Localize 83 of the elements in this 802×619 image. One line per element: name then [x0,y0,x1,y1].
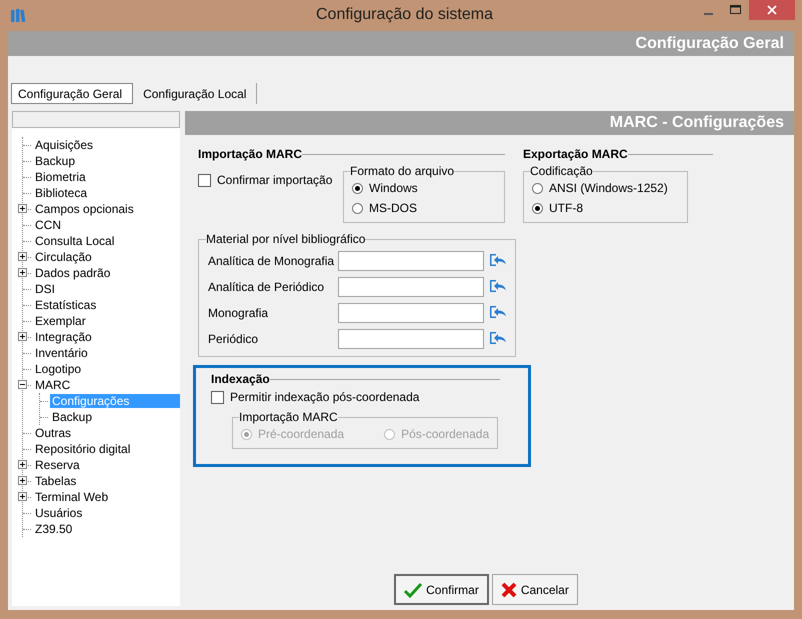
radio-label: Pré-coordenada [258,427,344,441]
field-label: Analítica de Periódico [208,280,326,294]
field-label: Periódico [208,332,260,346]
expand-icon[interactable] [18,204,27,213]
tree-item[interactable]: CCN [33,218,63,232]
tree-item[interactable]: Consulta Local [33,234,116,248]
tree-item[interactable]: Reserva [33,458,82,472]
collapse-icon[interactable] [18,380,27,389]
field-label: Monografia [208,306,270,320]
return-arrow-icon [489,304,507,320]
checkbox[interactable] [198,174,211,186]
maximize-icon [730,5,741,15]
radio-label: UTF-8 [549,201,583,215]
section-title: Importação MARC [198,147,302,161]
tree-item[interactable]: Circulação [33,250,94,264]
group-title: Codificação [530,164,593,178]
radio-label: Windows [369,181,418,195]
tree-item[interactable]: Logotipo [33,362,84,376]
radio-label: ANSI (Windows-1252) [549,181,668,195]
tree-item[interactable]: Z39.50 [33,522,74,536]
radio-option[interactable]: MS-DOS [352,198,498,218]
return-arrow-icon [489,330,507,346]
close-icon [767,5,777,15]
section-title: Exportação MARC [523,147,628,161]
input-field[interactable] [338,277,484,297]
section-title: Indexação [211,372,270,386]
input-field[interactable] [338,251,484,271]
confirm-button[interactable]: Confirmar [394,574,489,605]
tree-item[interactable]: Backup [33,154,78,168]
tree-item[interactable]: Inventário [33,346,90,360]
checkbox-label: Confirmar importação [217,173,332,187]
radio-label: MS-DOS [369,201,417,215]
group-title: Formato do arquivo [350,164,454,178]
tree-item[interactable]: Campos opcionais [33,202,136,216]
minimize-icon [704,13,713,15]
cancel-button[interactable]: Cancelar [492,574,578,605]
tree-item[interactable]: Usuários [33,506,84,520]
radio-option[interactable]: ANSI (Windows-1252) [532,178,681,198]
tree-item[interactable]: Terminal Web [33,490,110,504]
expand-icon[interactable] [18,332,27,341]
books-icon [10,8,26,22]
expand-icon[interactable] [18,460,27,469]
radio-button[interactable] [352,202,363,214]
expand-icon[interactable] [18,268,27,277]
return-arrow-icon [489,278,507,294]
checkbox[interactable] [211,390,224,404]
panel-header: MARC - Configurações [185,111,794,135]
expand-icon[interactable] [18,476,27,485]
tree-item[interactable]: MARC [33,378,72,392]
tree-item[interactable]: Backup [50,410,94,424]
window-title: Configuração do sistema [315,6,494,24]
tree-item[interactable]: Integração [33,330,94,344]
radio-option[interactable]: UTF-8 [532,198,681,218]
tree-item[interactable]: DSI [33,282,58,296]
radio-button[interactable] [532,202,543,214]
tree-item[interactable]: Aquisições [33,138,96,152]
header-bar: Configuração Geral [8,31,794,56]
tree-item[interactable]: Tabelas [33,474,78,488]
tree-item[interactable]: Biometria [33,170,88,184]
tab[interactable]: Configuração Geral [11,83,134,104]
return-arrow-icon [489,252,507,268]
input-field[interactable] [338,329,484,349]
tree-item[interactable]: Exemplar [33,314,88,328]
field-label: Analítica de Monografia [208,254,336,268]
close-button[interactable] [749,0,795,20]
close-icon [500,582,517,598]
group-title: Material por nível bibliográfico [206,232,366,246]
tree-item[interactable]: Repositório digital [33,442,132,456]
tab[interactable]: Configuração Local [137,83,258,104]
tree-item[interactable]: Estatísticas [33,298,98,312]
expand-icon[interactable] [18,252,27,261]
input-field[interactable] [338,303,484,323]
tree-item[interactable]: Outras [33,426,74,440]
tree-item[interactable]: Dados padrão [33,266,112,280]
radio-option[interactable]: Windows [352,178,498,198]
checkbox-label: Permitir indexação pós-coordenada [230,390,420,404]
checkmark-icon [404,582,422,598]
tree-item[interactable]: Biblioteca [33,186,90,200]
radio-label: Pós-coordenada [401,427,490,441]
radio-button[interactable] [532,182,543,194]
group-title: Importação MARC [239,410,338,424]
radio-button[interactable] [352,182,363,194]
expand-icon[interactable] [18,492,27,501]
